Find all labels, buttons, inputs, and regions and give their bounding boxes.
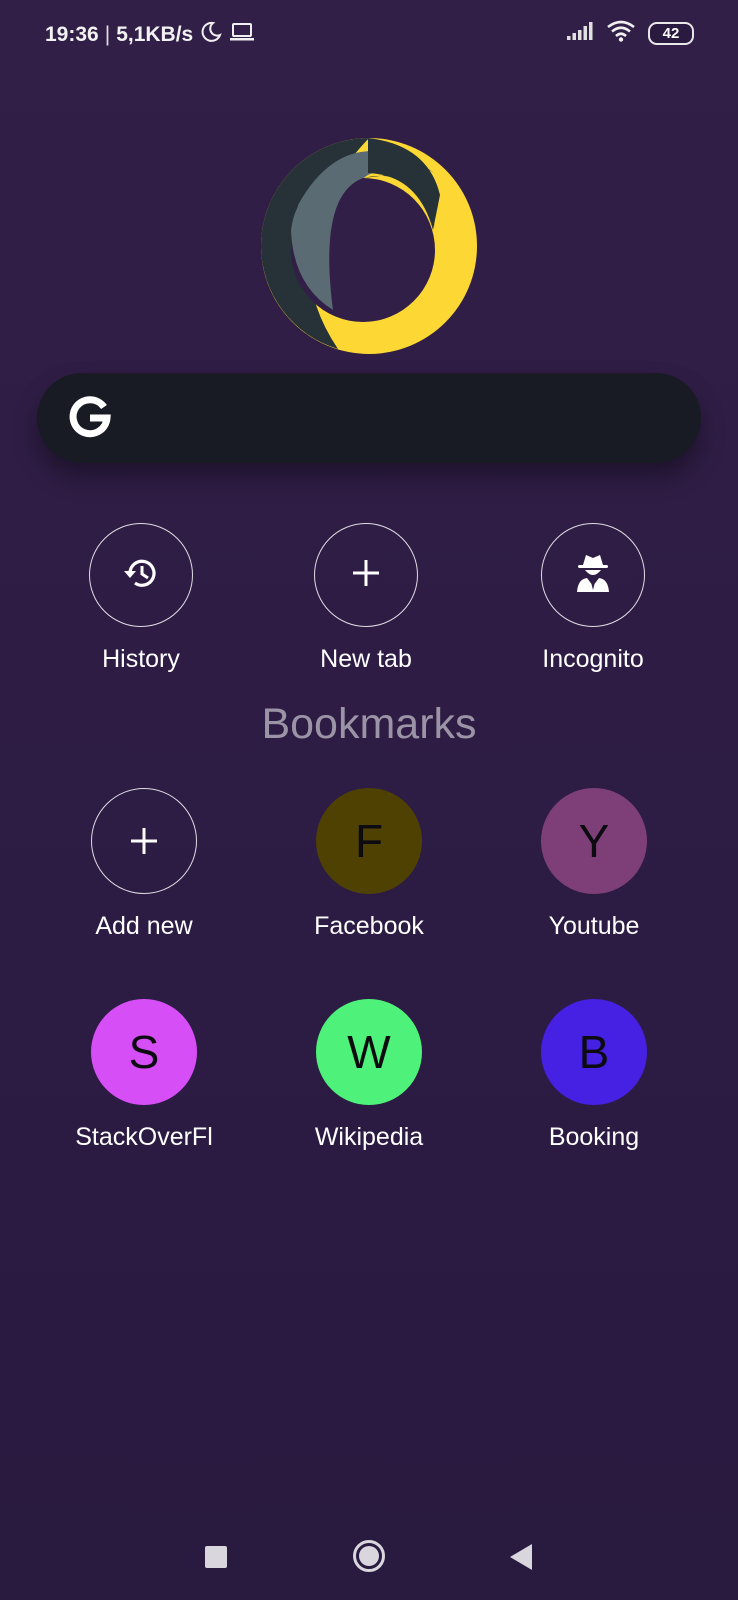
- add-bookmark-circle[interactable]: [91, 788, 197, 894]
- bookmark-avatar[interactable]: F: [316, 788, 422, 894]
- bookmark-avatar[interactable]: W: [316, 999, 422, 1105]
- google-g-icon: [67, 395, 113, 441]
- bookmark-avatar[interactable]: B: [541, 999, 647, 1105]
- history-icon: [121, 553, 161, 598]
- bookmark-youtube[interactable]: Y Youtube: [489, 788, 699, 941]
- status-bar: 19:36 | 5,1KB/s 42: [0, 0, 738, 70]
- bookmark-avatar[interactable]: Y: [541, 788, 647, 894]
- bookmark-label: Wikipedia: [314, 1123, 424, 1151]
- bookmarks-title: Bookmarks: [261, 700, 477, 748]
- quick-actions: History New tab Incognito: [0, 523, 738, 683]
- new-tab-label: New tab: [320, 645, 412, 673]
- wifi-icon: [606, 20, 636, 47]
- history-label: History: [102, 645, 180, 673]
- back-icon[interactable]: [508, 1542, 534, 1572]
- bookmark-label: StackOverFl: [75, 1123, 213, 1151]
- clock: 19:36: [45, 23, 99, 46]
- plus-icon: [350, 557, 382, 594]
- bookmark-label: Add new: [95, 912, 193, 940]
- signal-icon: [566, 21, 594, 46]
- recents-icon[interactable]: [205, 1546, 227, 1568]
- incognito-button[interactable]: Incognito: [493, 523, 693, 674]
- battery-indicator: 42: [648, 22, 694, 45]
- new-tab-button[interactable]: New tab: [266, 523, 466, 674]
- new-tab-circle[interactable]: [314, 523, 418, 627]
- bookmark-facebook[interactable]: F Facebook: [264, 788, 474, 941]
- bookmark-wikipedia[interactable]: W Wikipedia: [264, 999, 474, 1152]
- plus-icon: [128, 814, 160, 868]
- bookmark-label: Facebook: [314, 912, 424, 940]
- status-separator: |: [104, 23, 111, 46]
- home-icon[interactable]: [352, 1539, 386, 1573]
- search-bar[interactable]: [37, 373, 701, 463]
- network-speed: 5,1KB/s: [116, 23, 194, 46]
- incognito-icon: [572, 552, 614, 599]
- incognito-circle[interactable]: [541, 523, 645, 627]
- battery-level: 42: [662, 25, 680, 42]
- moon-icon: [199, 20, 223, 50]
- bookmark-label: Youtube: [548, 912, 640, 940]
- add-bookmark-button[interactable]: Add new: [39, 788, 249, 941]
- incognito-label: Incognito: [542, 645, 644, 673]
- bookmark-label: Booking: [548, 1123, 640, 1151]
- history-circle[interactable]: [89, 523, 193, 627]
- history-button[interactable]: History: [41, 523, 241, 674]
- browser-logo: [258, 135, 480, 357]
- status-right: 42: [566, 20, 694, 47]
- laptop-icon: [229, 21, 255, 49]
- status-left: 19:36 | 5,1KB/s: [45, 20, 255, 50]
- bookmark-avatar[interactable]: S: [91, 999, 197, 1105]
- bookmark-booking[interactable]: B Booking: [489, 999, 699, 1152]
- bookmark-stackoverflow[interactable]: S StackOverFl: [39, 999, 249, 1152]
